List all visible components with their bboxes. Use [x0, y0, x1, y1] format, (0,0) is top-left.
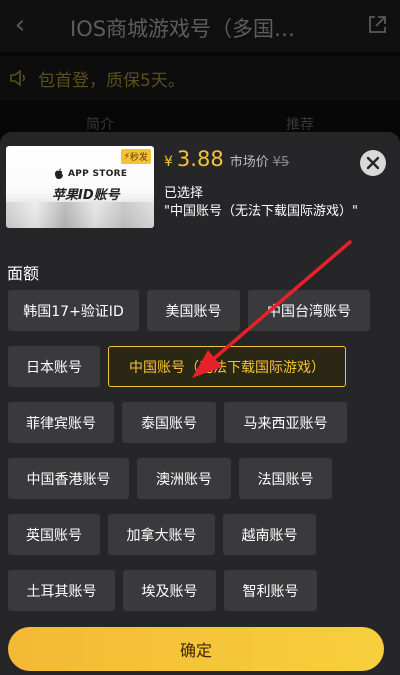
option-turkey[interactable]: 土耳其账号: [8, 570, 115, 611]
option-canada[interactable]: 加拿大账号: [108, 514, 215, 555]
option-philippines[interactable]: 菲律宾账号: [8, 402, 114, 443]
product-image: APP STORE 苹果ID账号 ⚡ 秒发: [6, 146, 154, 228]
denomination-title: 面额: [7, 264, 40, 283]
option-hongkong[interactable]: 中国香港账号: [8, 458, 129, 499]
confirm-button[interactable]: 确定: [8, 627, 384, 671]
option-egypt[interactable]: 埃及账号: [123, 570, 216, 611]
option-france[interactable]: 法国账号: [239, 458, 332, 499]
price-row: ¥ 3.88 市场价 ¥5: [164, 147, 289, 171]
store-label: APP STORE: [54, 168, 127, 179]
market-price: ¥5: [272, 155, 290, 170]
selected-label: 已选择: [164, 186, 204, 201]
selected-value: "中国账号（无法下载国际游戏）": [164, 204, 358, 219]
option-vietnam[interactable]: 越南账号: [223, 514, 316, 555]
market-price-label: 市场价: [229, 155, 269, 170]
option-china-selected[interactable]: 中国账号（无法下载国际游戏）: [108, 346, 346, 387]
option-japan[interactable]: 日本账号: [8, 346, 100, 387]
option-chile[interactable]: 智利账号: [224, 570, 317, 611]
option-australia[interactable]: 澳洲账号: [137, 458, 231, 499]
sku-selector-sheet: APP STORE 苹果ID账号 ⚡ 秒发 ¥ 3.88 市场价 ¥5 已选择 "…: [0, 132, 400, 675]
currency-symbol: ¥: [164, 154, 173, 170]
option-taiwan[interactable]: 中国台湾账号: [248, 290, 370, 331]
price: 3.88: [176, 147, 224, 171]
option-malaysia[interactable]: 马来西亚账号: [224, 402, 347, 443]
option-thailand[interactable]: 泰国账号: [122, 402, 216, 443]
apple-icon: [55, 168, 63, 179]
option-uk[interactable]: 英国账号: [8, 514, 100, 555]
image-decoration: [6, 202, 154, 228]
flash-badge: ⚡ 秒发: [120, 149, 151, 164]
product-image-title: 苹果ID账号: [52, 188, 120, 203]
close-icon: [366, 156, 380, 170]
close-button[interactable]: [360, 150, 386, 176]
option-korea-17[interactable]: 韩国17+验证ID: [8, 290, 139, 331]
option-usa[interactable]: 美国账号: [147, 290, 240, 331]
